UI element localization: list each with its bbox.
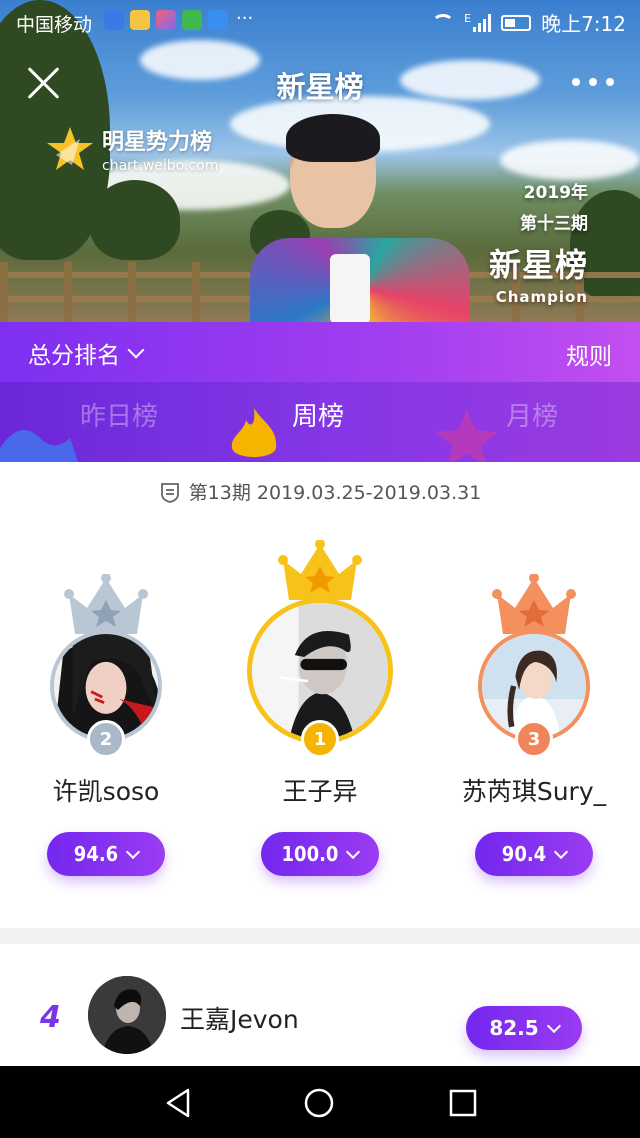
back-icon[interactable] <box>162 1086 196 1120</box>
shield-app-icon <box>104 10 124 30</box>
section-divider <box>0 928 640 944</box>
browser-app-icon <box>208 10 228 30</box>
score-button[interactable]: 82.5 <box>466 1006 582 1050</box>
tab-monthly[interactable]: 月榜 <box>506 396 558 433</box>
rank-medal: 2 <box>87 720 125 758</box>
chevron-down-icon <box>554 844 569 859</box>
rank-number: 4 <box>40 1000 61 1035</box>
clock: 晚上7:12 <box>541 12 626 36</box>
wave-decoration <box>0 430 78 462</box>
podium-rank-2[interactable]: 2 许凯soso 94.6 <box>16 540 196 900</box>
cloud <box>500 140 640 180</box>
podium-name: 苏芮琪Sury_ <box>461 777 607 806</box>
period-info: 第13期 2019.03.25-2019.03.31 <box>0 478 640 505</box>
star-decoration <box>436 410 498 462</box>
cover-photo-person <box>250 114 470 322</box>
network-type: E <box>464 12 472 25</box>
more-menu-button[interactable] <box>572 78 614 86</box>
score-value: 90.4 <box>501 842 547 866</box>
sort-bar: 总分排名 规则 <box>0 322 640 382</box>
wifi-icon <box>432 13 455 32</box>
podium-rank-3[interactable]: 3 苏芮琪Sury_ 90.4 <box>444 540 624 900</box>
hero-banner: 中国移动 ··· E 晚上7:12 新星榜 明星势力榜 chart.weibo.… <box>0 0 640 322</box>
score-value: 82.5 <box>489 1016 539 1040</box>
tab-weekly[interactable]: 周榜 <box>292 396 344 433</box>
sort-dropdown[interactable]: 总分排名 <box>28 336 145 370</box>
gold-crown-icon <box>278 540 362 600</box>
flame-decoration <box>231 408 277 457</box>
brand-url: chart.weibo.com <box>102 158 219 174</box>
period-label: 第13期 2019.03.25-2019.03.31 <box>188 482 482 504</box>
star-logo-icon <box>47 127 93 170</box>
camera-app-icon <box>156 10 176 30</box>
home-icon[interactable] <box>302 1086 336 1120</box>
score-button[interactable]: 90.4 <box>475 832 593 876</box>
wechat-icon <box>182 10 202 30</box>
rules-link[interactable]: 规则 <box>566 337 612 371</box>
score-button[interactable]: 100.0 <box>261 832 379 876</box>
chevron-down-icon <box>546 1018 561 1033</box>
period-tabs: 昨日榜 周榜 月榜 <box>0 382 640 462</box>
carrier-label: 中国移动 <box>16 14 93 36</box>
more-notifications: ··· <box>236 8 254 29</box>
bronze-crown-icon <box>492 574 576 634</box>
silver-crown-icon <box>64 574 148 634</box>
chat-app-icon <box>130 10 150 30</box>
recent-apps-icon[interactable] <box>446 1086 480 1120</box>
top-nav: 新星榜 <box>0 52 640 112</box>
podium-name: 王子异 <box>282 777 358 806</box>
sort-label: 总分排名 <box>28 343 120 369</box>
list-name: 王嘉Jevon <box>180 1005 299 1034</box>
podium-name: 许凯soso <box>52 777 160 806</box>
rank-medal: 1 <box>301 720 339 758</box>
status-bar: 中国移动 ··· E 晚上7:12 <box>0 0 640 44</box>
avatar-image <box>252 603 388 739</box>
rank-medal: 3 <box>515 720 553 758</box>
badge-subtitle: Champion <box>495 288 588 306</box>
tree <box>90 180 180 260</box>
badge-issue: 第十三期 <box>520 214 588 234</box>
brand-logo: 明星势力榜 chart.weibo.com <box>46 124 218 174</box>
score-value: 94.6 <box>73 842 119 866</box>
chevron-down-icon <box>126 844 141 859</box>
brand-name: 明星势力榜 <box>102 130 213 155</box>
calendar-shield-icon <box>160 482 179 503</box>
champion-badge: 2019年 第十三期 新星榜 Champion <box>489 178 588 306</box>
chevron-down-icon <box>127 341 145 359</box>
badge-title: 新星榜 <box>488 246 588 284</box>
page-title: 新星榜 <box>276 70 364 104</box>
system-navigation-bar <box>0 1066 640 1138</box>
score-button[interactable]: 94.6 <box>47 832 165 876</box>
avatar[interactable] <box>88 976 166 1054</box>
avatar-image <box>88 976 166 1054</box>
battery-icon <box>501 14 532 31</box>
signal-icon <box>473 13 492 32</box>
notification-icons <box>104 10 228 30</box>
tab-yesterday[interactable]: 昨日榜 <box>80 396 158 433</box>
badge-year: 2019年 <box>523 183 588 203</box>
score-value: 100.0 <box>281 842 339 866</box>
chevron-down-icon <box>346 844 361 859</box>
list-item[interactable]: 4 王嘉Jevon 82.5 <box>0 960 640 1066</box>
podium-rank-1[interactable]: 1 王子异 100.0 <box>230 540 410 900</box>
